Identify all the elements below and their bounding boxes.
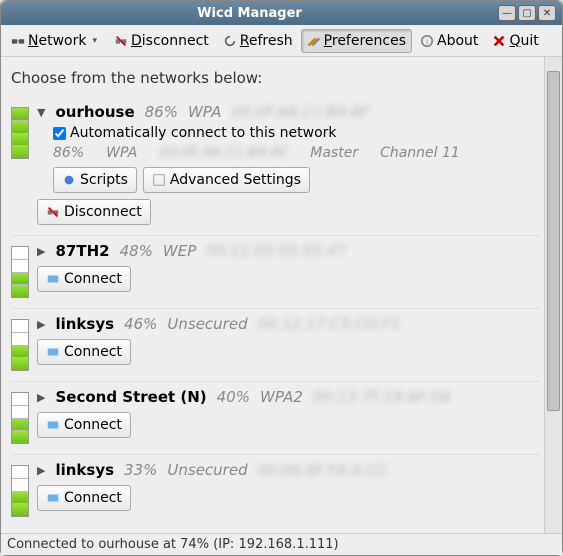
- signal-meter: [11, 107, 29, 159]
- disconnect-icon: [46, 205, 60, 219]
- encryption-label: Unsecured: [167, 315, 247, 333]
- about-button[interactable]: i About: [414, 29, 484, 53]
- encryption-label: WEP: [163, 242, 196, 260]
- settings-icon: [152, 173, 166, 187]
- network-item: ▶ Second Street (N) 40% WPA2 00:13:7F:18…: [11, 382, 540, 455]
- network-item: ▶ linksys 46% Unsecured 00:12:17:C5:CD:F…: [11, 309, 540, 382]
- prompt-label: Choose from the networks below:: [11, 69, 540, 87]
- network-header[interactable]: ▶ linksys 46% Unsecured 00:12:17:C5:CD:F…: [37, 315, 540, 333]
- autoconnect-checkbox[interactable]: [53, 127, 66, 140]
- encryption-label: Unsecured: [167, 461, 247, 479]
- signal-meter: [11, 465, 29, 517]
- percent-label: 40%: [217, 388, 250, 406]
- scroll-thumb[interactable]: [547, 71, 560, 411]
- network-info: 86% WPA 00:0F:66:21:B9:8F Master Channel…: [53, 145, 540, 161]
- mac-label: 00:13:7F:18:6F:0A: [313, 388, 451, 406]
- mac-label: 00:06:8F:FA:A:CC: [258, 461, 389, 479]
- mac-label: 00:12:17:C5:CD:F1: [258, 315, 401, 333]
- expand-icon: ▼: [37, 106, 45, 119]
- svg-text:i: i: [426, 37, 428, 46]
- network-icon: [11, 34, 25, 48]
- refresh-icon: [223, 34, 237, 48]
- network-header[interactable]: ▶ Second Street (N) 40% WPA2 00:13:7F:18…: [37, 388, 540, 406]
- percent-label: 33%: [124, 461, 157, 479]
- encryption-label: WPA: [188, 103, 221, 121]
- connect-button[interactable]: Connect: [37, 339, 131, 365]
- mac-label: 00:0F:66:21:B9:8F: [231, 103, 369, 121]
- mac-label: 00:11:03:03:03:47: [206, 242, 346, 260]
- signal-meter: [11, 319, 29, 371]
- signal-meter: [11, 246, 29, 298]
- maximize-button[interactable]: ▢: [518, 5, 536, 21]
- ssid-label: linksys: [55, 315, 114, 333]
- scrollbar[interactable]: [544, 57, 562, 533]
- window-title: Wicd Manager: [1, 6, 498, 21]
- network-menu[interactable]: Network ▾: [5, 29, 106, 53]
- disconnect-button[interactable]: Disconnect: [108, 29, 215, 53]
- connect-icon: [46, 491, 60, 505]
- network-list: Choose from the networks below: ▼ ourhou…: [1, 57, 544, 533]
- expand-icon: ▶: [37, 245, 45, 258]
- network-item: ▶ linksys 33% Unsecured 00:06:8F:FA:A:CC…: [11, 455, 540, 527]
- advanced-button[interactable]: Advanced Settings: [143, 167, 310, 193]
- encryption-label: WPA2: [260, 388, 303, 406]
- connect-button[interactable]: Connect: [37, 266, 131, 292]
- preferences-button[interactable]: Preferences: [301, 29, 412, 53]
- network-item: ▼ ourhouse 86% WPA 00:0F:66:21:B9:8F Aut…: [11, 97, 540, 236]
- expand-icon: ▶: [37, 318, 45, 331]
- expand-icon: ▶: [37, 391, 45, 404]
- connect-icon: [46, 345, 60, 359]
- toolbar: Network ▾ Disconnect Refresh Preferences…: [1, 25, 562, 57]
- connect-button[interactable]: Connect: [37, 485, 131, 511]
- scripts-button[interactable]: Scripts: [53, 167, 137, 193]
- disconnect-network-button[interactable]: Disconnect: [37, 199, 151, 225]
- percent-label: 48%: [120, 242, 153, 260]
- ssid-label: linksys: [55, 461, 114, 479]
- ssid-label: Second Street (N): [55, 388, 206, 406]
- ssid-label: ourhouse: [55, 103, 134, 121]
- refresh-button[interactable]: Refresh: [217, 29, 299, 53]
- quit-button[interactable]: Quit: [486, 29, 544, 53]
- percent-label: 86%: [145, 103, 178, 121]
- quit-icon: [492, 34, 506, 48]
- network-header[interactable]: ▶ 87TH2 48% WEP 00:11:03:03:03:47: [37, 242, 540, 260]
- close-button[interactable]: ✕: [538, 5, 556, 21]
- network-header[interactable]: ▼ ourhouse 86% WPA 00:0F:66:21:B9:8F: [37, 103, 540, 121]
- connect-icon: [46, 272, 60, 286]
- script-icon: [62, 173, 76, 187]
- minimize-button[interactable]: —: [498, 5, 516, 21]
- expand-icon: ▶: [37, 464, 45, 477]
- statusbar: Connected to ourhouse at 74% (IP: 192.16…: [1, 533, 562, 555]
- preferences-icon: [307, 34, 321, 48]
- about-icon: i: [420, 34, 434, 48]
- network-header[interactable]: ▶ linksys 33% Unsecured 00:06:8F:FA:A:CC: [37, 461, 540, 479]
- disconnect-icon: [114, 34, 128, 48]
- connect-icon: [46, 418, 60, 432]
- percent-label: 46%: [124, 315, 157, 333]
- connect-button[interactable]: Connect: [37, 412, 131, 438]
- network-item: ▶ 87TH2 48% WEP 00:11:03:03:03:47 Connec…: [11, 236, 540, 309]
- dropdown-icon: ▾: [89, 36, 100, 46]
- ssid-label: 87TH2: [55, 242, 109, 260]
- titlebar: Wicd Manager — ▢ ✕: [1, 1, 562, 25]
- signal-meter: [11, 392, 29, 444]
- autoconnect-label: Automatically connect to this network: [70, 125, 337, 141]
